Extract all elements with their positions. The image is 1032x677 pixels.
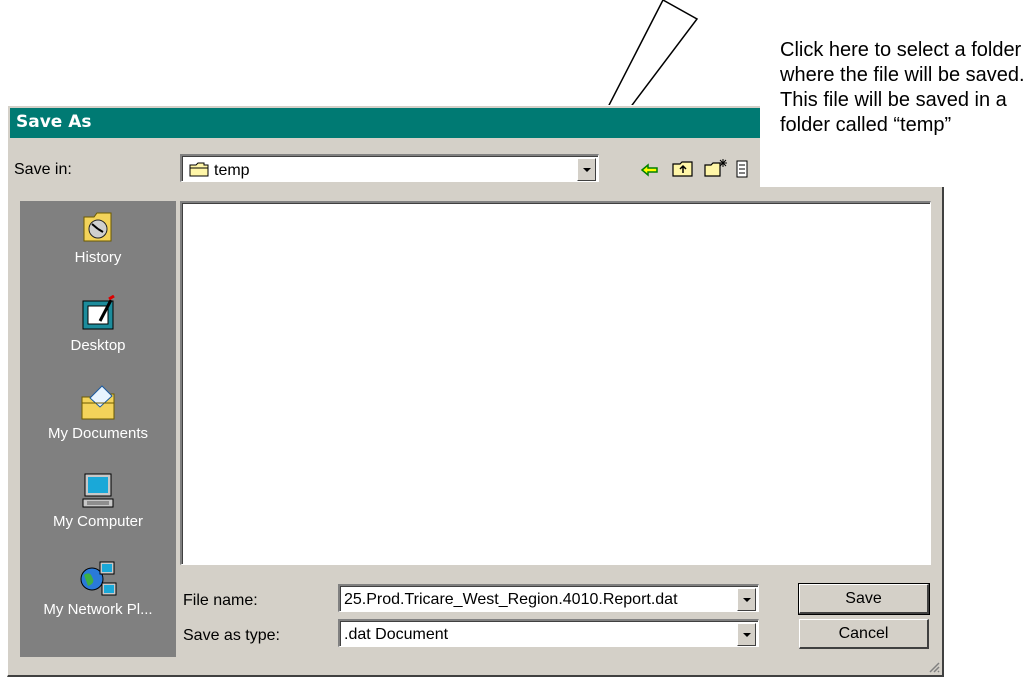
save-as-type-combo[interactable]: .dat Document xyxy=(338,619,759,647)
place-network[interactable]: My Network Pl... xyxy=(20,559,176,618)
save-in-value: temp xyxy=(214,162,250,179)
place-network-label: My Network Pl... xyxy=(43,601,153,618)
back-icon[interactable] xyxy=(640,162,660,178)
network-places-icon xyxy=(80,561,117,596)
view-menu-icon[interactable] xyxy=(736,160,748,178)
save-button[interactable]: Save xyxy=(798,583,930,615)
save-in-label: Save in: xyxy=(14,161,72,178)
save-in-dropdown-button[interactable] xyxy=(577,158,596,181)
my-documents-icon xyxy=(81,385,115,420)
file-name-label: File name: xyxy=(183,592,258,609)
history-icon xyxy=(83,212,112,242)
place-my-computer[interactable]: My Computer xyxy=(20,471,176,530)
place-my-documents[interactable]: My Documents xyxy=(20,383,176,442)
cancel-button[interactable]: Cancel xyxy=(799,619,929,649)
save-as-type-label: Save as type: xyxy=(183,627,280,644)
save-as-dialog: Save As Save in: temp History Desktop My… xyxy=(7,105,944,677)
file-name-dropdown-button[interactable] xyxy=(737,588,756,611)
new-folder-icon[interactable] xyxy=(704,158,728,178)
desktop-icon xyxy=(82,295,115,330)
place-desktop[interactable]: Desktop xyxy=(20,295,176,354)
place-my-documents-label: My Documents xyxy=(47,425,149,442)
place-desktop-label: Desktop xyxy=(70,337,126,354)
place-my-computer-label: My Computer xyxy=(52,513,144,530)
place-history[interactable]: History xyxy=(20,207,176,266)
file-name-value[interactable]: 25.Prod.Tricare_West_Region.4010.Report.… xyxy=(344,591,678,609)
annotation-text: Click here to select a folder where the … xyxy=(778,38,1032,148)
place-history-label: History xyxy=(74,249,122,266)
file-name-combo[interactable]: 25.Prod.Tricare_West_Region.4010.Report.… xyxy=(338,584,759,612)
resize-grip-icon[interactable] xyxy=(928,661,940,673)
folder-icon xyxy=(189,162,209,177)
my-computer-icon xyxy=(82,473,114,508)
save-as-type-value: .dat Document xyxy=(344,626,449,643)
file-list[interactable] xyxy=(180,201,931,565)
save-as-type-dropdown-button[interactable] xyxy=(737,623,756,646)
places-bar: History Desktop My Documents My Computer… xyxy=(20,201,176,657)
save-in-combo[interactable]: temp xyxy=(180,154,599,182)
up-folder-icon[interactable] xyxy=(672,160,694,178)
